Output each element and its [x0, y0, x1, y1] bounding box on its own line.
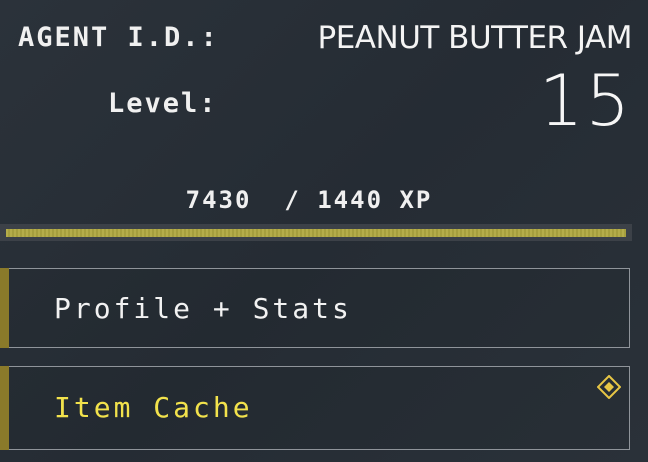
- agent-id-label: AGENT I.D.:: [18, 22, 219, 53]
- button-accent-strip: [0, 268, 9, 348]
- profile-stats-label: Profile + Stats: [54, 292, 352, 325]
- profile-stats-button[interactable]: Profile + Stats: [0, 268, 630, 348]
- agent-name: PEANUT BUTTER JAM: [317, 20, 633, 56]
- xp-text: 7430 / 1440 XP: [185, 186, 433, 214]
- diamond-notification-icon: [597, 375, 621, 399]
- item-cache-label: Item Cache: [54, 391, 253, 424]
- button-accent-strip: [0, 366, 9, 450]
- level-value: 15: [538, 60, 632, 142]
- level-label: Level:: [108, 88, 218, 119]
- xp-bar-fill: [6, 229, 626, 237]
- item-cache-button[interactable]: Item Cache: [0, 366, 630, 450]
